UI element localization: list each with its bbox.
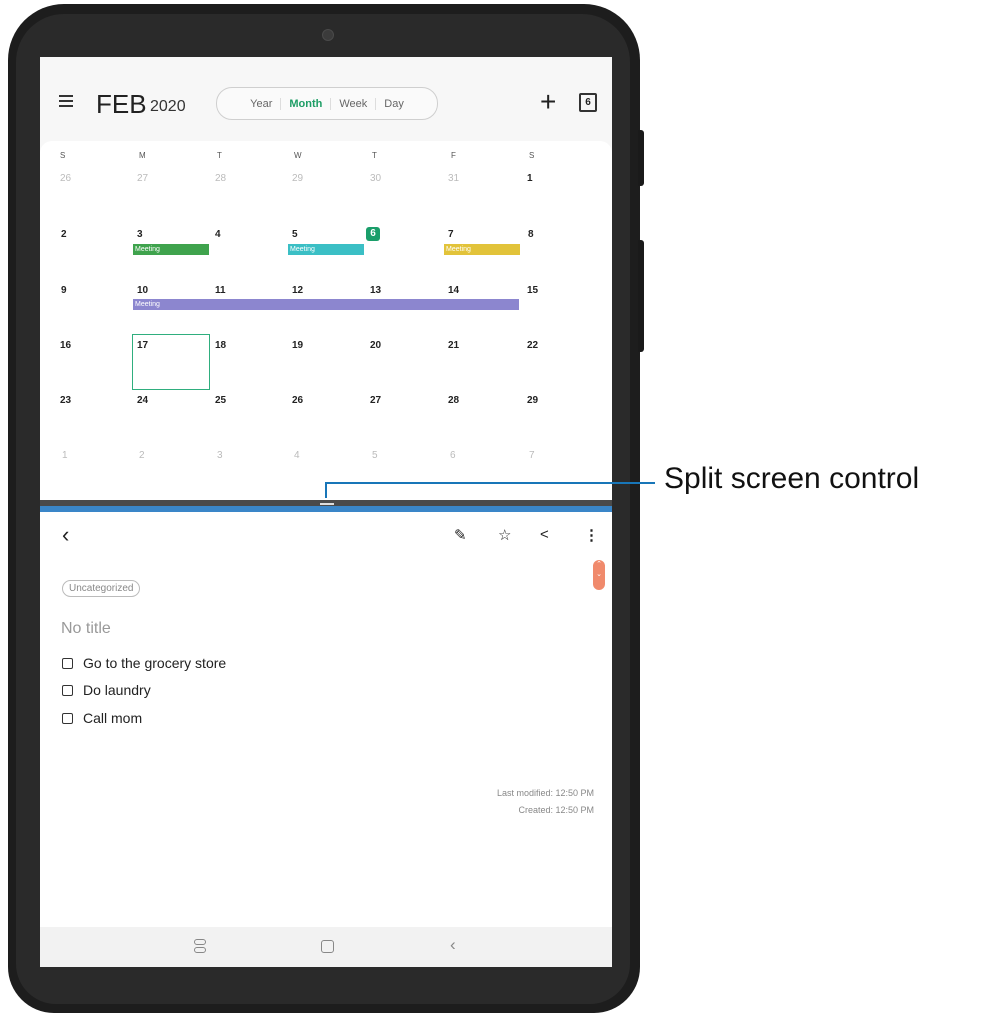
day-cell[interactable]: 5 (292, 229, 298, 240)
month-title[interactable]: FEB (96, 89, 147, 120)
day-cell[interactable]: 2 (61, 229, 67, 240)
day-cell[interactable]: 27 (370, 395, 381, 406)
callout-label: Split screen control (664, 462, 920, 495)
tablet-screen: FEB 2020 Year Month Week Day + 6 S M T W… (40, 57, 612, 967)
today-icon[interactable]: 6 (579, 93, 597, 112)
plus-icon[interactable]: + (540, 88, 556, 116)
notes-pane: ‹ ✎ ☆ < ⋮ ⌃ ⌄ Uncategorized No title Go t… (40, 512, 612, 927)
checklist-item-label[interactable]: Go to the grocery store (83, 655, 226, 671)
day-cell[interactable]: 10 (137, 285, 148, 296)
checklist-item: Do laundry (62, 682, 151, 698)
day-cell[interactable]: 23 (60, 395, 71, 406)
more-icon[interactable]: ⋮ (584, 526, 599, 544)
event-bar[interactable]: Meeting (444, 244, 520, 255)
tab-month[interactable]: Month (281, 97, 332, 110)
calendar-header: FEB 2020 Year Month Week Day + 6 (40, 57, 612, 141)
event-bar[interactable]: Meeting (288, 244, 364, 255)
weekday-label: T (217, 151, 222, 160)
tab-year[interactable]: Year (242, 97, 282, 110)
note-title[interactable]: No title (61, 620, 111, 638)
home-icon[interactable] (321, 940, 334, 953)
callout-line (325, 482, 655, 484)
day-cell[interactable]: 1 (62, 450, 68, 461)
day-cell[interactable]: 24 (137, 395, 148, 406)
day-cell[interactable]: 21 (448, 340, 459, 351)
back-nav-icon[interactable]: ‹ (450, 935, 456, 955)
navigation-bar: ‹ (40, 927, 612, 967)
weekday-label: W (294, 151, 302, 160)
day-cell[interactable]: 25 (215, 395, 226, 406)
day-cell[interactable]: 5 (372, 450, 378, 461)
day-cell[interactable]: 20 (370, 340, 381, 351)
star-icon[interactable]: ☆ (498, 526, 511, 544)
camera-icon (322, 29, 334, 41)
day-cell[interactable]: 13 (370, 285, 381, 296)
weekday-label: M (139, 151, 146, 160)
month-grid: S M T W T F S 26 27 28 29 30 31 1 2 3 4 … (40, 141, 612, 500)
day-cell[interactable]: 29 (292, 173, 303, 184)
scroll-handle[interactable]: ⌃ ⌄ (593, 560, 605, 590)
checkbox[interactable] (62, 712, 73, 724)
day-cell[interactable]: 8 (528, 229, 534, 240)
checkbox[interactable] (62, 684, 73, 696)
today-badge[interactable]: 6 (366, 227, 380, 241)
event-bar[interactable]: Meeting (133, 299, 519, 310)
day-cell[interactable]: 7 (448, 229, 454, 240)
day-cell[interactable]: 1 (527, 173, 533, 184)
day-cell[interactable]: 28 (448, 395, 459, 406)
day-cell[interactable]: 28 (215, 173, 226, 184)
menu-icon[interactable] (59, 95, 73, 107)
day-cell[interactable]: 18 (215, 340, 226, 351)
day-cell[interactable]: 26 (60, 173, 71, 184)
checkbox[interactable] (62, 657, 73, 669)
day-cell[interactable]: 2 (139, 450, 145, 461)
day-cell[interactable]: 9 (61, 285, 67, 296)
day-cell[interactable]: 7 (529, 450, 535, 461)
day-cell[interactable]: 31 (448, 173, 459, 184)
day-cell[interactable]: 14 (448, 285, 459, 296)
day-cell[interactable]: 6 (450, 450, 456, 461)
tab-week[interactable]: Week (331, 97, 377, 110)
day-cell[interactable]: 4 (294, 450, 300, 461)
day-cell[interactable]: 29 (527, 395, 538, 406)
category-tag[interactable]: Uncategorized (62, 580, 141, 597)
day-cell[interactable]: 3 (217, 450, 223, 461)
event-bar[interactable]: Meeting (133, 244, 209, 255)
checklist-item-label[interactable]: Do laundry (83, 682, 151, 698)
year-title: 2020 (150, 98, 186, 115)
split-screen-handle[interactable] (320, 503, 334, 505)
view-tabs: Year Month Week Day (216, 87, 438, 120)
last-modified-text: Last modified: 12:50 PM (496, 788, 594, 798)
day-cell[interactable]: 26 (292, 395, 303, 406)
day-cell[interactable]: 4 (215, 229, 221, 240)
created-text: Created: 12:50 PM (518, 805, 594, 815)
day-cell[interactable]: 15 (527, 285, 538, 296)
weekday-label: S (60, 151, 66, 160)
checklist-item: Go to the grocery store (62, 655, 226, 671)
weekday-label: S (529, 151, 535, 160)
pen-icon[interactable]: ✎ (454, 526, 467, 544)
checklist-item-label[interactable]: Call mom (83, 710, 142, 726)
notes-toolbar: ‹ ✎ ☆ < ⋮ (40, 512, 612, 554)
day-cell[interactable]: 22 (527, 340, 538, 351)
share-icon[interactable]: < (540, 526, 549, 543)
day-cell[interactable]: 3 (137, 229, 143, 240)
day-cell[interactable]: 17 (137, 340, 148, 351)
tab-day[interactable]: Day (376, 98, 412, 110)
day-cell[interactable]: 30 (370, 173, 381, 184)
callout-line (325, 482, 327, 498)
day-cell[interactable]: 12 (292, 285, 303, 296)
back-icon[interactable]: ‹ (62, 522, 69, 548)
recents-icon[interactable] (194, 939, 206, 953)
day-cell[interactable]: 11 (215, 285, 226, 296)
power-button (638, 240, 644, 352)
checklist-item: Call mom (62, 710, 142, 726)
day-cell[interactable]: 27 (137, 173, 148, 184)
weekday-label: F (451, 151, 456, 160)
volume-button (638, 130, 644, 186)
day-cell[interactable]: 16 (60, 340, 71, 351)
weekday-label: T (372, 151, 377, 160)
day-cell[interactable]: 19 (292, 340, 303, 351)
